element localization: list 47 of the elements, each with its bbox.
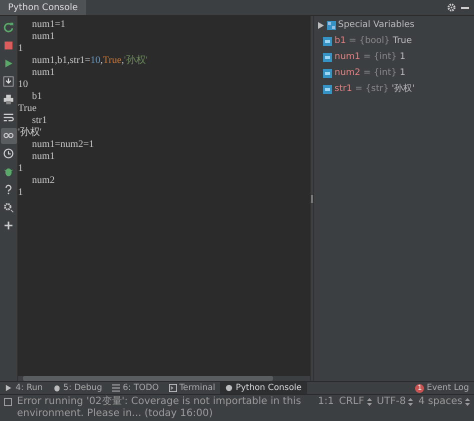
status-item[interactable]: 1:1 [318,396,334,408]
panel-tab[interactable]: Python Console [0,0,86,15]
console-input-line: num1=num2=1 [31,138,95,150]
list-icon [112,384,120,392]
tool-window-tab[interactable]: Python Console [220,382,307,394]
updown-arrow-icon[interactable] [465,398,470,406]
status-message[interactable]: Error running '02变量': Coverage is not importable in this environment. Please in... (today 16:00) [17,396,313,420]
console-input-line: str1 [31,114,48,126]
updown-arrow-icon[interactable] [366,398,372,406]
clock-icon[interactable] [0,146,16,162]
console-input-line: num1,b1,str1=10,True,'孙权' [31,54,149,66]
glasses-icon[interactable] [0,128,16,144]
console-output-line: True [18,102,38,114]
minimize-icon[interactable] [461,6,469,8]
run-icon [5,384,13,392]
console-input-line: b1 [31,90,43,102]
console-input-line: num1 [31,30,56,42]
variable-entry[interactable]: b1 = {bool} True [334,35,412,48]
status-item[interactable]: CRLF [338,396,364,408]
console-output-line: 1 [18,42,24,54]
variable-entry[interactable]: str1 = {str} '孙权' [334,83,415,96]
console-input-line: num1 [31,66,56,78]
status-item[interactable]: UTF-8 [376,396,406,408]
console-input-line: num1 [31,150,56,162]
event-log-button[interactable]: Event Log [426,382,469,394]
status-item[interactable]: 4 spaces [418,396,462,408]
tool-window-tab[interactable]: 5: Debug [48,382,108,394]
console-input-line: num1=1 [31,18,66,30]
variables-group-icon [326,21,336,30]
variable-entry[interactable]: num1 = {int} 1 [334,51,406,64]
console-output-line: 1 [18,186,24,198]
console-output-line: 10 [18,78,29,90]
error-icon [4,396,12,406]
splitter-handle[interactable] [311,194,313,202]
tool-window-tab[interactable]: 6: TODO [107,382,164,394]
variable-entry[interactable]: num2 = {int} 1 [334,67,406,80]
console-output-line: 1 [18,162,24,174]
import-icon[interactable] [0,74,16,90]
scrollbar-thumb[interactable] [23,376,273,381]
terminal-icon [168,384,177,392]
variables-group-label: Special Variables [338,19,414,32]
updown-arrow-icon[interactable] [408,398,414,406]
tool-window-tab[interactable]: 4: Run [0,382,48,394]
console-output-line: '孙权' [18,126,43,138]
expand-arrow-icon[interactable] [318,22,324,30]
console-input-line: num2 [31,174,56,186]
tool-window-tab[interactable]: Terminal [164,382,220,394]
